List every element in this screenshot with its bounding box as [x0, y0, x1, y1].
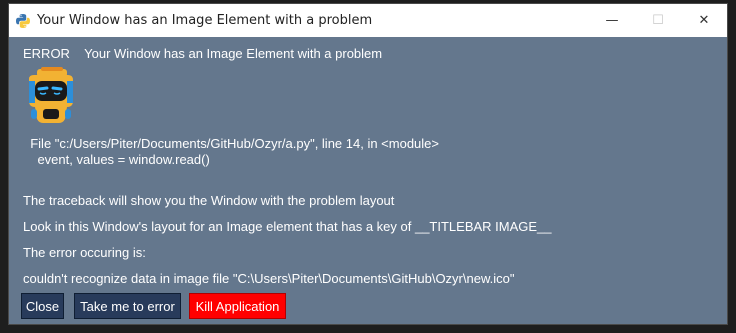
title-bar[interactable]: Your Window has an Image Element with a …	[9, 4, 727, 37]
error-message-2: Look in this Window's layout for an Imag…	[23, 219, 552, 234]
python-logo-icon	[15, 13, 31, 29]
error-message-4: couldn't recognize data in image file "C…	[23, 271, 515, 286]
kill-application-button[interactable]: Kill Application	[189, 293, 286, 319]
close-window-button[interactable]: ✕	[681, 4, 727, 37]
error-heading: ERROR Your Window has an Image Element w…	[23, 46, 383, 61]
close-button[interactable]: Close	[21, 293, 64, 319]
traceback-line-2: event, values = window.read()	[23, 152, 210, 167]
window-controls: — ☐ ✕	[589, 4, 727, 37]
error-content: ERROR Your Window has an Image Element w…	[9, 37, 727, 324]
minimize-button[interactable]: —	[589, 4, 635, 37]
take-me-to-error-button[interactable]: Take me to error	[74, 293, 181, 319]
robot-mascot-icon	[21, 67, 81, 127]
error-message-3: The error occuring is:	[23, 245, 146, 260]
window-title: Your Window has an Image Element with a …	[37, 13, 373, 28]
error-window: Your Window has an Image Element with a …	[8, 3, 728, 325]
maximize-button[interactable]: ☐	[635, 4, 681, 37]
error-message-1: The traceback will show you the Window w…	[23, 193, 395, 208]
traceback-line-1: File "c:/Users/Piter/Documents/GitHub/Oz…	[23, 136, 439, 151]
